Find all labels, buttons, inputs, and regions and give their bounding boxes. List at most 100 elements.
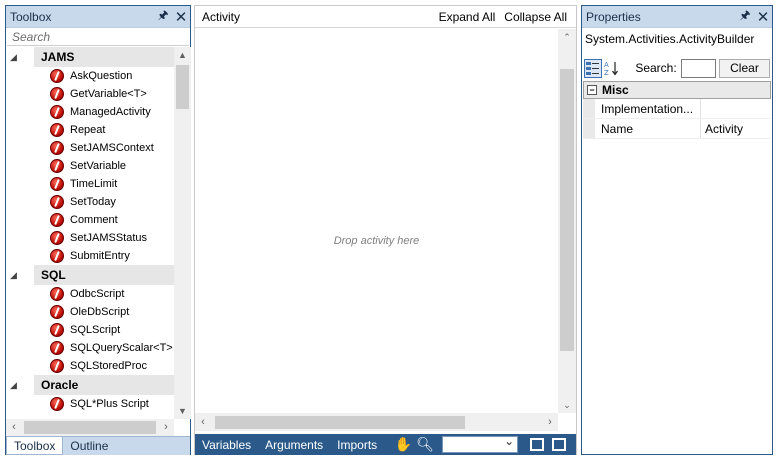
toolbox-item[interactable]: Repeat	[6, 121, 174, 139]
toolbox-horizontal-scrollbar[interactable]: ‹ ›	[6, 419, 174, 436]
jams-activity-icon	[50, 287, 64, 301]
toolbox-item[interactable]: GetVariable<T>	[6, 85, 174, 103]
collapse-triangle-icon[interactable]: ◢	[6, 270, 20, 281]
clear-button[interactable]: Clear	[718, 58, 770, 78]
toolbox-item[interactable]: TimeLimit	[6, 175, 174, 193]
jams-activity-icon	[50, 141, 64, 155]
toolbox-item[interactable]: SQLScript	[6, 321, 174, 339]
arguments-tab[interactable]: Arguments	[258, 438, 330, 452]
toolbox-vertical-scrollbar[interactable]: ▲ ▼	[174, 47, 191, 419]
toolbox-category[interactable]: ◢ SQL	[6, 265, 174, 285]
toolbox-item[interactable]: AskQuestion	[6, 67, 174, 85]
pin-icon[interactable]: 🖈	[736, 6, 754, 27]
toolbox-item[interactable]: SubmitEntry	[6, 247, 174, 265]
property-grid: − Misc Implementation... Name Activity	[583, 81, 771, 139]
jams-activity-icon	[50, 249, 64, 263]
jams-activity-icon	[50, 105, 64, 119]
jams-activity-icon	[50, 69, 64, 83]
property-value[interactable]: Activity	[701, 119, 771, 138]
jams-activity-icon	[50, 213, 64, 227]
toolbox-category[interactable]: ◢ JAMS	[6, 47, 174, 67]
property-name: Name	[595, 119, 701, 138]
toolbox-item-label: Repeat	[70, 124, 106, 136]
scroll-up-icon[interactable]: ▲	[174, 47, 191, 63]
scroll-right-icon[interactable]: ›	[542, 413, 558, 431]
toolbox-item[interactable]: ManagedActivity	[6, 103, 174, 121]
jams-activity-icon	[50, 123, 64, 137]
toolbox-category-label: JAMS	[34, 47, 174, 67]
toolbox-item-label: OleDbScript	[70, 306, 130, 318]
collapse-triangle-icon[interactable]: ◢	[6, 380, 20, 391]
toolbox-item-label: SubmitEntry	[70, 250, 130, 262]
scrollbar-thumb[interactable]	[24, 421, 156, 434]
designer-horizontal-scrollbar[interactable]: ‹ ›	[195, 413, 558, 431]
toolbox-item-label: SQLQueryScalar<T>	[70, 342, 173, 354]
toolbox-item-label: GetVariable<T>	[70, 88, 147, 100]
scroll-down-icon[interactable]: ▼	[174, 403, 191, 419]
toolbox-item[interactable]: SetJAMSContext	[6, 139, 174, 157]
property-row[interactable]: Implementation...	[583, 99, 771, 119]
hand-pan-icon[interactable]: ✋	[392, 436, 414, 453]
jams-activity-icon	[50, 305, 64, 319]
workflow-designer: Activity Expand All Collapse All Drop ac…	[194, 5, 577, 455]
toolbox-item-label: SQLStoredProc	[70, 360, 148, 372]
collapse-triangle-icon[interactable]: ◢	[6, 52, 20, 63]
toolbox-item[interactable]: OdbcScript	[6, 285, 174, 303]
property-row[interactable]: Name Activity	[583, 119, 771, 139]
toolbox-category[interactable]: ◢ Oracle	[6, 375, 174, 395]
pin-icon[interactable]: 🖈	[154, 6, 172, 27]
svg-text:A: A	[604, 61, 609, 69]
fit-to-screen-icon[interactable]	[530, 438, 545, 451]
collapse-all-button[interactable]: Collapse All	[504, 10, 567, 24]
scroll-down-icon[interactable]: ⌄	[558, 397, 576, 413]
variables-tab[interactable]: Variables	[195, 438, 258, 452]
overview-icon[interactable]	[552, 438, 567, 451]
zoom-select[interactable]	[442, 434, 519, 453]
toolbox-item[interactable]: SetJAMSStatus	[6, 229, 174, 247]
toolbox-tree: ◢ JAMS AskQuestion GetVariable<T> ManagedAct…	[6, 47, 174, 419]
designer-bottom-bar: Variables Arguments Imports ✋ 🔍︎	[195, 434, 576, 455]
toolbox-panel: Toolbox 🖈 ✕ Search ◢ JAMS AskQuestion GetVa…	[5, 5, 191, 455]
breadcrumb[interactable]: Activity	[202, 10, 439, 24]
toolbox-item[interactable]: Comment	[6, 211, 174, 229]
scroll-left-icon[interactable]: ‹	[195, 413, 211, 431]
magnifier-icon[interactable]: 🔍︎	[414, 436, 436, 453]
scroll-right-icon[interactable]: ›	[158, 419, 174, 436]
properties-search-label: Search:	[635, 61, 677, 75]
imports-tab[interactable]: Imports	[330, 438, 384, 452]
toolbox-item-label: SQL*Plus Script	[70, 398, 149, 410]
close-icon[interactable]: ✕	[754, 8, 772, 26]
toolbox-title: Toolbox	[10, 9, 52, 24]
expand-all-button[interactable]: Expand All	[439, 10, 496, 24]
collapse-minus-icon[interactable]: −	[587, 85, 597, 95]
designer-vertical-scrollbar[interactable]: ⌃ ⌄	[558, 29, 576, 413]
scroll-up-icon[interactable]: ⌃	[558, 29, 576, 45]
property-category[interactable]: − Misc	[583, 81, 771, 99]
toolbox-item-label: SetJAMSContext	[70, 142, 154, 154]
scrollbar-thumb[interactable]	[176, 65, 189, 109]
toolbox-item[interactable]: SQLQueryScalar<T>	[6, 339, 174, 357]
toolbox-item[interactable]: OleDbScript	[6, 303, 174, 321]
alphabetical-sort-icon[interactable]: AZ	[603, 59, 621, 78]
scrollbar-thumb[interactable]	[560, 69, 574, 351]
close-icon[interactable]: ✕	[172, 8, 190, 26]
toolbox-search-input[interactable]: Search	[7, 28, 189, 46]
tab-outline[interactable]: Outline	[63, 437, 115, 455]
toolbox-item[interactable]: SQL*Plus Script	[6, 395, 174, 413]
tab-toolbox[interactable]: Toolbox	[6, 437, 64, 455]
toolbox-item-label: SQLScript	[70, 324, 121, 336]
designer-canvas[interactable]: Drop activity here	[195, 29, 558, 413]
properties-titlebar: Properties 🖈 ✕	[582, 6, 772, 28]
properties-panel: Properties 🖈 ✕ System.Activities.Activit…	[581, 5, 773, 455]
scrollbar-thumb[interactable]	[215, 416, 465, 429]
toolbox-item[interactable]: SQLStoredProc	[6, 357, 174, 375]
selected-object-type: System.Activities.ActivityBuilder	[585, 32, 755, 46]
jams-activity-icon	[50, 177, 64, 191]
property-value[interactable]	[701, 99, 771, 118]
toolbox-item[interactable]: SetVariable	[6, 157, 174, 175]
properties-search-input[interactable]	[680, 58, 716, 78]
jams-activity-icon	[50, 231, 64, 245]
categorized-view-icon[interactable]	[584, 58, 602, 78]
toolbox-item[interactable]: SetToday	[6, 193, 174, 211]
scroll-left-icon[interactable]: ‹	[6, 419, 22, 436]
